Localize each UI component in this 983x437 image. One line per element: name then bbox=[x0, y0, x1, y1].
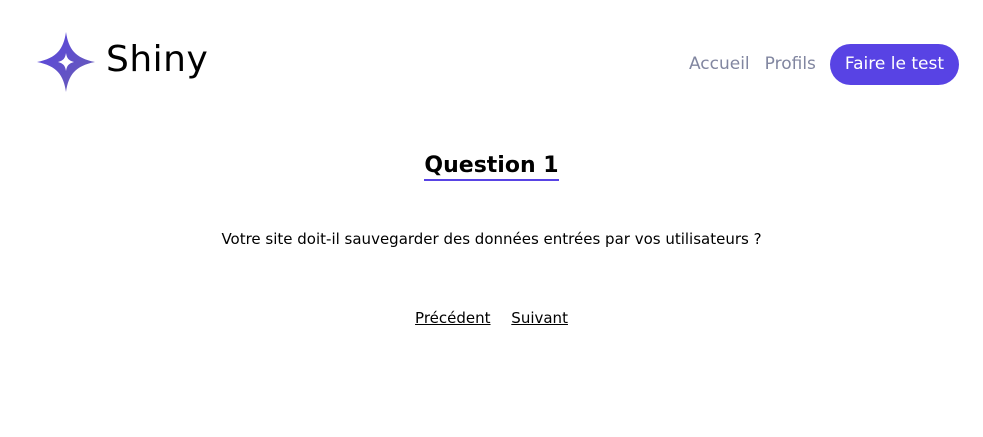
question-text: Votre site doit-il sauvegarder des donné… bbox=[221, 230, 762, 248]
next-link[interactable]: Suivant bbox=[511, 309, 568, 327]
question-title-text: Question 1 bbox=[424, 153, 559, 181]
question-title: Question 1 bbox=[0, 151, 983, 181]
shiny-star-logo-icon bbox=[37, 32, 95, 92]
nav-link-home[interactable]: Accueil bbox=[689, 44, 750, 85]
logo-text: Shiny bbox=[106, 39, 209, 80]
nav-link-profiles[interactable]: Profils bbox=[765, 44, 816, 85]
site-header: Shiny Accueil Profils Faire le test bbox=[0, 0, 983, 124]
question-pager: Précédent Suivant bbox=[0, 307, 983, 329]
page: Shiny Accueil Profils Faire le test Ques… bbox=[0, 0, 983, 437]
main-nav: Accueil Profils Faire le test bbox=[689, 44, 959, 85]
previous-link[interactable]: Précédent bbox=[415, 309, 490, 327]
logo-link[interactable]: Shiny bbox=[37, 32, 208, 92]
start-test-button[interactable]: Faire le test bbox=[829, 44, 959, 85]
